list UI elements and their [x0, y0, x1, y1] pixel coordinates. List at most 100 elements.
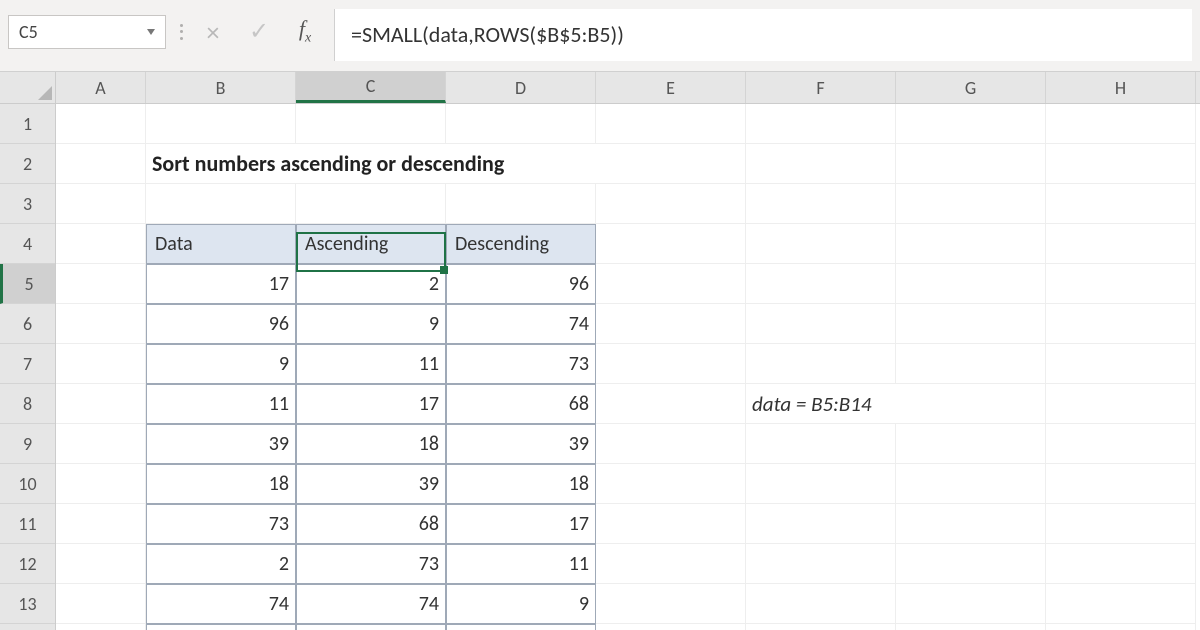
- table-cell[interactable]: 96: [446, 264, 596, 304]
- table-cell[interactable]: 68: [446, 384, 596, 424]
- cell[interactable]: [56, 144, 146, 184]
- table-cell[interactable]: 2: [296, 264, 446, 304]
- row-header-14[interactable]: 14: [0, 624, 55, 630]
- cell[interactable]: [1046, 464, 1196, 504]
- column-header-C[interactable]: C: [296, 72, 446, 103]
- row-header-4[interactable]: 4: [0, 224, 55, 264]
- cell[interactable]: [1046, 184, 1196, 224]
- cell[interactable]: [896, 624, 1046, 630]
- cell[interactable]: [1046, 304, 1196, 344]
- cell[interactable]: [56, 544, 146, 584]
- column-header-F[interactable]: F: [746, 72, 896, 103]
- cell[interactable]: [56, 584, 146, 624]
- row-header-1[interactable]: 1: [0, 104, 55, 144]
- cell[interactable]: [896, 104, 1046, 144]
- table-cell[interactable]: 73: [446, 344, 596, 384]
- table-cell[interactable]: 9: [146, 344, 296, 384]
- cell[interactable]: [746, 344, 896, 384]
- cell[interactable]: [596, 464, 746, 504]
- row-header-11[interactable]: 11: [0, 504, 55, 544]
- cell[interactable]: [1046, 224, 1196, 264]
- cell[interactable]: [596, 264, 746, 304]
- cell[interactable]: [56, 304, 146, 344]
- cell[interactable]: [56, 104, 146, 144]
- cell[interactable]: [56, 624, 146, 630]
- cell[interactable]: [596, 624, 746, 630]
- formula-bar-grip-icon[interactable]: [178, 18, 184, 46]
- table-cell[interactable]: 39: [296, 464, 446, 504]
- cell[interactable]: [56, 464, 146, 504]
- cell[interactable]: [896, 304, 1046, 344]
- table-cell[interactable]: 68: [296, 504, 446, 544]
- cell[interactable]: [596, 104, 746, 144]
- name-box[interactable]: C5: [8, 15, 166, 49]
- table-cell[interactable]: 2: [446, 624, 596, 630]
- cell[interactable]: [896, 504, 1046, 544]
- cell[interactable]: [596, 424, 746, 464]
- cell[interactable]: [896, 344, 1046, 384]
- row-header-10[interactable]: 10: [0, 464, 55, 504]
- cell[interactable]: [746, 424, 896, 464]
- table-cell[interactable]: 39: [446, 424, 596, 464]
- table-cell[interactable]: 9: [296, 304, 446, 344]
- cell[interactable]: [596, 184, 746, 224]
- row-header-9[interactable]: 9: [0, 424, 55, 464]
- chevron-down-icon[interactable]: [147, 29, 155, 35]
- cell[interactable]: [746, 104, 896, 144]
- cell[interactable]: [746, 144, 896, 184]
- cell[interactable]: [1046, 384, 1196, 424]
- cell[interactable]: [896, 584, 1046, 624]
- table-header-desc[interactable]: Descending: [446, 224, 596, 264]
- cell[interactable]: [1046, 584, 1196, 624]
- cell[interactable]: [896, 424, 1046, 464]
- row-header-6[interactable]: 6: [0, 304, 55, 344]
- cell[interactable]: [446, 104, 596, 144]
- cell[interactable]: [896, 184, 1046, 224]
- cell[interactable]: [56, 504, 146, 544]
- column-header-A[interactable]: A: [56, 72, 146, 103]
- cell[interactable]: [746, 584, 896, 624]
- row-header-12[interactable]: 12: [0, 544, 55, 584]
- cell[interactable]: [896, 224, 1046, 264]
- table-cell[interactable]: 2: [146, 544, 296, 584]
- cell[interactable]: [596, 344, 746, 384]
- cell[interactable]: [1046, 544, 1196, 584]
- column-header-H[interactable]: H: [1046, 72, 1196, 103]
- row-header-5[interactable]: 5: [0, 264, 55, 304]
- table-cell[interactable]: 73: [296, 544, 446, 584]
- cell[interactable]: [146, 184, 296, 224]
- accept-formula-icon[interactable]: ✓: [242, 17, 276, 46]
- column-header-B[interactable]: B: [146, 72, 296, 103]
- table-header-data[interactable]: Data: [146, 224, 296, 264]
- cell[interactable]: [896, 144, 1046, 184]
- table-header-asc[interactable]: Ascending: [296, 224, 446, 264]
- table-cell[interactable]: 73: [146, 504, 296, 544]
- named-range-annotation[interactable]: data = B5:B14: [746, 384, 1046, 424]
- table-cell[interactable]: 39: [146, 424, 296, 464]
- table-cell[interactable]: 74: [296, 584, 446, 624]
- cell[interactable]: [746, 624, 896, 630]
- cell[interactable]: [296, 184, 446, 224]
- row-header-7[interactable]: 7: [0, 344, 55, 384]
- cell[interactable]: [1046, 144, 1196, 184]
- cell[interactable]: [56, 344, 146, 384]
- row-header-13[interactable]: 13: [0, 584, 55, 624]
- cell[interactable]: [296, 104, 446, 144]
- table-cell[interactable]: 18: [446, 464, 596, 504]
- cell[interactable]: [596, 384, 746, 424]
- cancel-formula-icon[interactable]: ×: [196, 16, 230, 48]
- table-cell[interactable]: 68: [146, 624, 296, 630]
- row-header-2[interactable]: 2: [0, 144, 55, 184]
- cell[interactable]: [746, 304, 896, 344]
- cell[interactable]: [746, 504, 896, 544]
- table-cell[interactable]: 17: [296, 384, 446, 424]
- cell[interactable]: [746, 544, 896, 584]
- cells-area[interactable]: Sort numbers ascending or descendingData…: [56, 104, 1200, 630]
- table-cell[interactable]: 11: [146, 384, 296, 424]
- cell[interactable]: [56, 264, 146, 304]
- cell[interactable]: [896, 464, 1046, 504]
- cell[interactable]: [1046, 504, 1196, 544]
- table-cell[interactable]: 96: [146, 304, 296, 344]
- column-header-E[interactable]: E: [596, 72, 746, 103]
- cell[interactable]: [596, 584, 746, 624]
